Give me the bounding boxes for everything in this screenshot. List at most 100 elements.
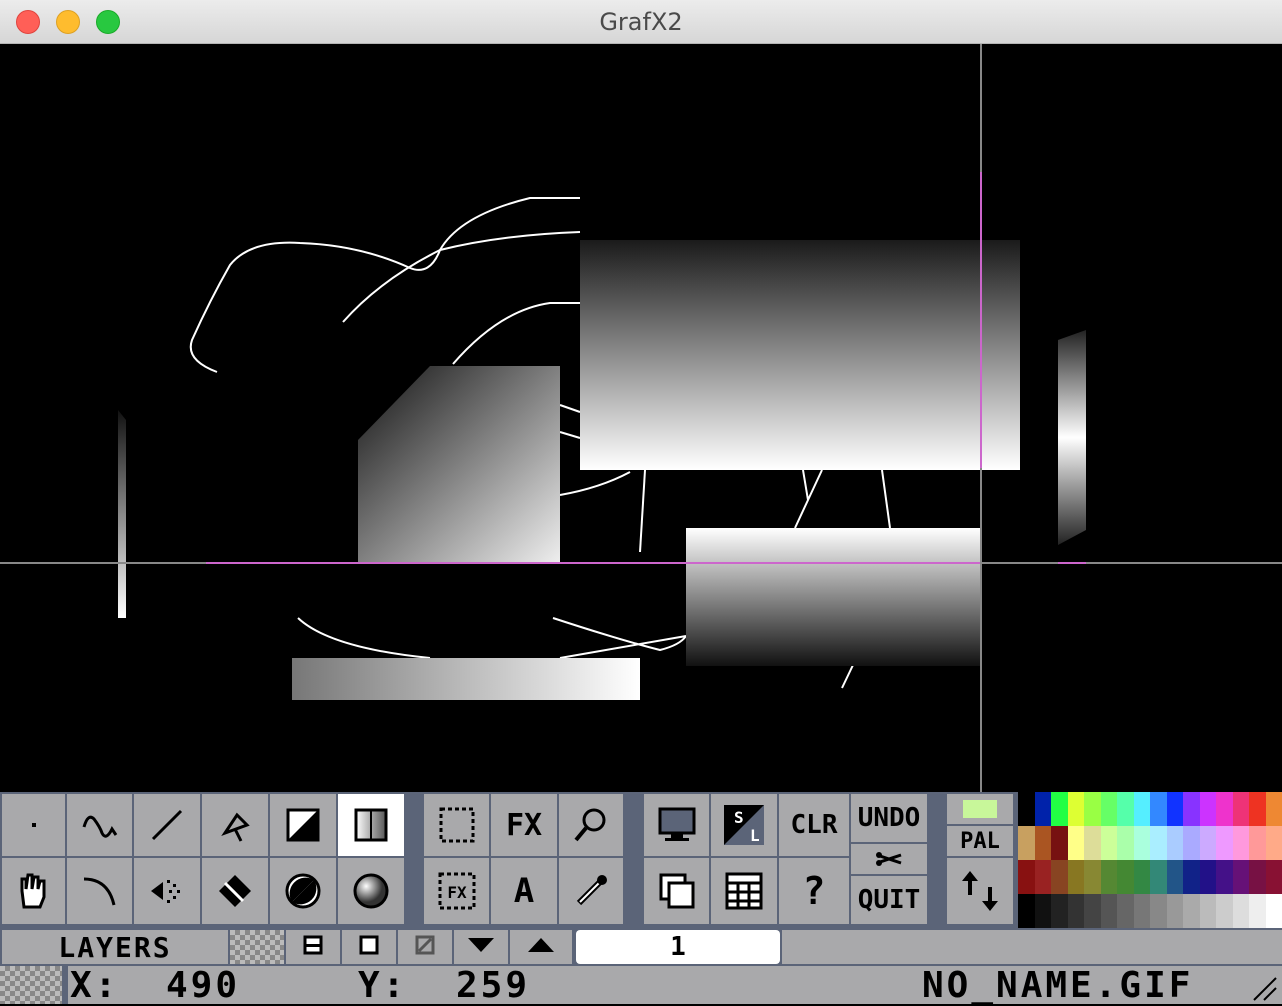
clear-button[interactable]: CLR	[779, 794, 849, 856]
palette-scroll-button[interactable]	[947, 858, 1013, 924]
palette-swatch[interactable]	[1266, 894, 1282, 928]
palette-swatch[interactable]	[1266, 860, 1282, 894]
palette-swatch[interactable]	[1117, 826, 1134, 860]
palette-swatch[interactable]	[1035, 792, 1052, 826]
palette-swatch[interactable]	[1216, 860, 1233, 894]
layer-up-button[interactable]	[510, 930, 572, 964]
layer-add-button[interactable]	[342, 930, 396, 964]
palette-swatch[interactable]	[1249, 860, 1266, 894]
palette-swatch[interactable]	[1216, 826, 1233, 860]
kill-page-button[interactable]	[851, 844, 927, 874]
palette-swatch[interactable]	[1167, 792, 1184, 826]
palette-swatch[interactable]	[1216, 792, 1233, 826]
palette-swatch[interactable]	[1249, 792, 1266, 826]
palette-swatch[interactable]	[1117, 792, 1134, 826]
text-tool-button[interactable]: A	[491, 858, 557, 924]
palette-swatch[interactable]	[1018, 860, 1035, 894]
resize-grip-icon[interactable]	[1250, 974, 1278, 1002]
palette-swatch[interactable]	[1117, 894, 1134, 928]
fore-color-indicator[interactable]	[947, 794, 1013, 824]
color-palette[interactable]	[1018, 792, 1282, 928]
palette-swatch[interactable]	[1084, 894, 1101, 928]
brush-grab-button[interactable]	[424, 794, 489, 856]
palette-swatch[interactable]	[1233, 860, 1250, 894]
palette-swatch[interactable]	[1266, 826, 1282, 860]
effects-button[interactable]: FX	[491, 794, 557, 856]
palette-swatch[interactable]	[1018, 792, 1035, 826]
palette-swatch[interactable]	[1150, 860, 1167, 894]
palette-swatch[interactable]	[1150, 826, 1167, 860]
palette-swatch[interactable]	[1167, 826, 1184, 860]
palette-swatch[interactable]	[1249, 894, 1266, 928]
airbrush-tool-button[interactable]	[134, 858, 200, 924]
palette-swatch[interactable]	[1051, 860, 1068, 894]
palette-swatch[interactable]	[1051, 894, 1068, 928]
palette-swatch[interactable]	[1167, 894, 1184, 928]
palette-swatch[interactable]	[1249, 826, 1266, 860]
sphere-tool-button[interactable]	[338, 858, 404, 924]
palette-swatch[interactable]	[1167, 860, 1184, 894]
palette-swatch[interactable]	[1035, 894, 1052, 928]
settings-button[interactable]	[711, 858, 777, 924]
palette-swatch[interactable]	[1101, 826, 1118, 860]
palette-swatch[interactable]	[1018, 826, 1035, 860]
layer-down-button[interactable]	[454, 930, 508, 964]
palette-swatch[interactable]	[1134, 860, 1151, 894]
palette-swatch[interactable]	[1266, 792, 1282, 826]
palette-swatch[interactable]	[1101, 894, 1118, 928]
undo-button[interactable]: UNDO	[851, 794, 927, 842]
palette-swatch[interactable]	[1051, 792, 1068, 826]
spray-tool-button[interactable]	[202, 794, 268, 856]
palette-swatch[interactable]	[1200, 826, 1217, 860]
layer-merge-button[interactable]	[286, 930, 340, 964]
palette-swatch[interactable]	[1150, 894, 1167, 928]
palette-swatch[interactable]	[1233, 792, 1250, 826]
palette-swatch[interactable]	[1101, 860, 1118, 894]
dot-tool-button[interactable]	[2, 794, 65, 856]
quit-button[interactable]: QUIT	[851, 876, 927, 924]
palette-swatch[interactable]	[1117, 860, 1134, 894]
palette-swatch[interactable]	[1035, 860, 1052, 894]
palette-button[interactable]: PAL	[947, 826, 1013, 856]
palette-swatch[interactable]	[1134, 826, 1151, 860]
palette-swatch[interactable]	[1134, 894, 1151, 928]
layer-delete-button[interactable]	[398, 930, 452, 964]
layer-selector[interactable]: 1	[576, 930, 780, 964]
freehand-tool-button[interactable]	[67, 794, 132, 856]
palette-swatch[interactable]	[1068, 792, 1085, 826]
palette-swatch[interactable]	[1018, 894, 1035, 928]
palette-swatch[interactable]	[1051, 826, 1068, 860]
palette-swatch[interactable]	[1084, 826, 1101, 860]
curve-tool-button[interactable]	[67, 858, 132, 924]
magnifier-button[interactable]	[559, 794, 623, 856]
palette-swatch[interactable]	[1068, 894, 1085, 928]
palette-swatch[interactable]	[1200, 792, 1217, 826]
page-button[interactable]	[644, 858, 709, 924]
line-tool-button[interactable]	[134, 794, 200, 856]
color-picker-button[interactable]	[559, 858, 623, 924]
palette-swatch[interactable]	[1134, 792, 1151, 826]
hand-tool-button[interactable]	[2, 858, 65, 924]
palette-swatch[interactable]	[1183, 860, 1200, 894]
palette-swatch[interactable]	[1200, 894, 1217, 928]
palette-swatch[interactable]	[1068, 860, 1085, 894]
palette-swatch[interactable]	[1233, 894, 1250, 928]
brush-effects-button[interactable]: FX	[424, 858, 489, 924]
help-button[interactable]: ?	[779, 858, 849, 924]
palette-swatch[interactable]	[1183, 792, 1200, 826]
palette-swatch[interactable]	[1216, 894, 1233, 928]
palette-swatch[interactable]	[1035, 826, 1052, 860]
layer-transparency-button[interactable]	[230, 930, 284, 964]
palette-swatch[interactable]	[1183, 894, 1200, 928]
palette-swatch[interactable]	[1200, 860, 1217, 894]
layers-menu-button[interactable]: LAYERS	[2, 930, 228, 964]
palette-swatch[interactable]	[1101, 792, 1118, 826]
palette-swatch[interactable]	[1150, 792, 1167, 826]
palette-swatch[interactable]	[1233, 826, 1250, 860]
screen-settings-button[interactable]	[644, 794, 709, 856]
circle-tool-button[interactable]	[270, 858, 336, 924]
save-load-button[interactable]: SL	[711, 794, 777, 856]
palette-swatch[interactable]	[1084, 860, 1101, 894]
drawing-canvas[interactable]	[0, 44, 1282, 792]
palette-swatch[interactable]	[1068, 826, 1085, 860]
